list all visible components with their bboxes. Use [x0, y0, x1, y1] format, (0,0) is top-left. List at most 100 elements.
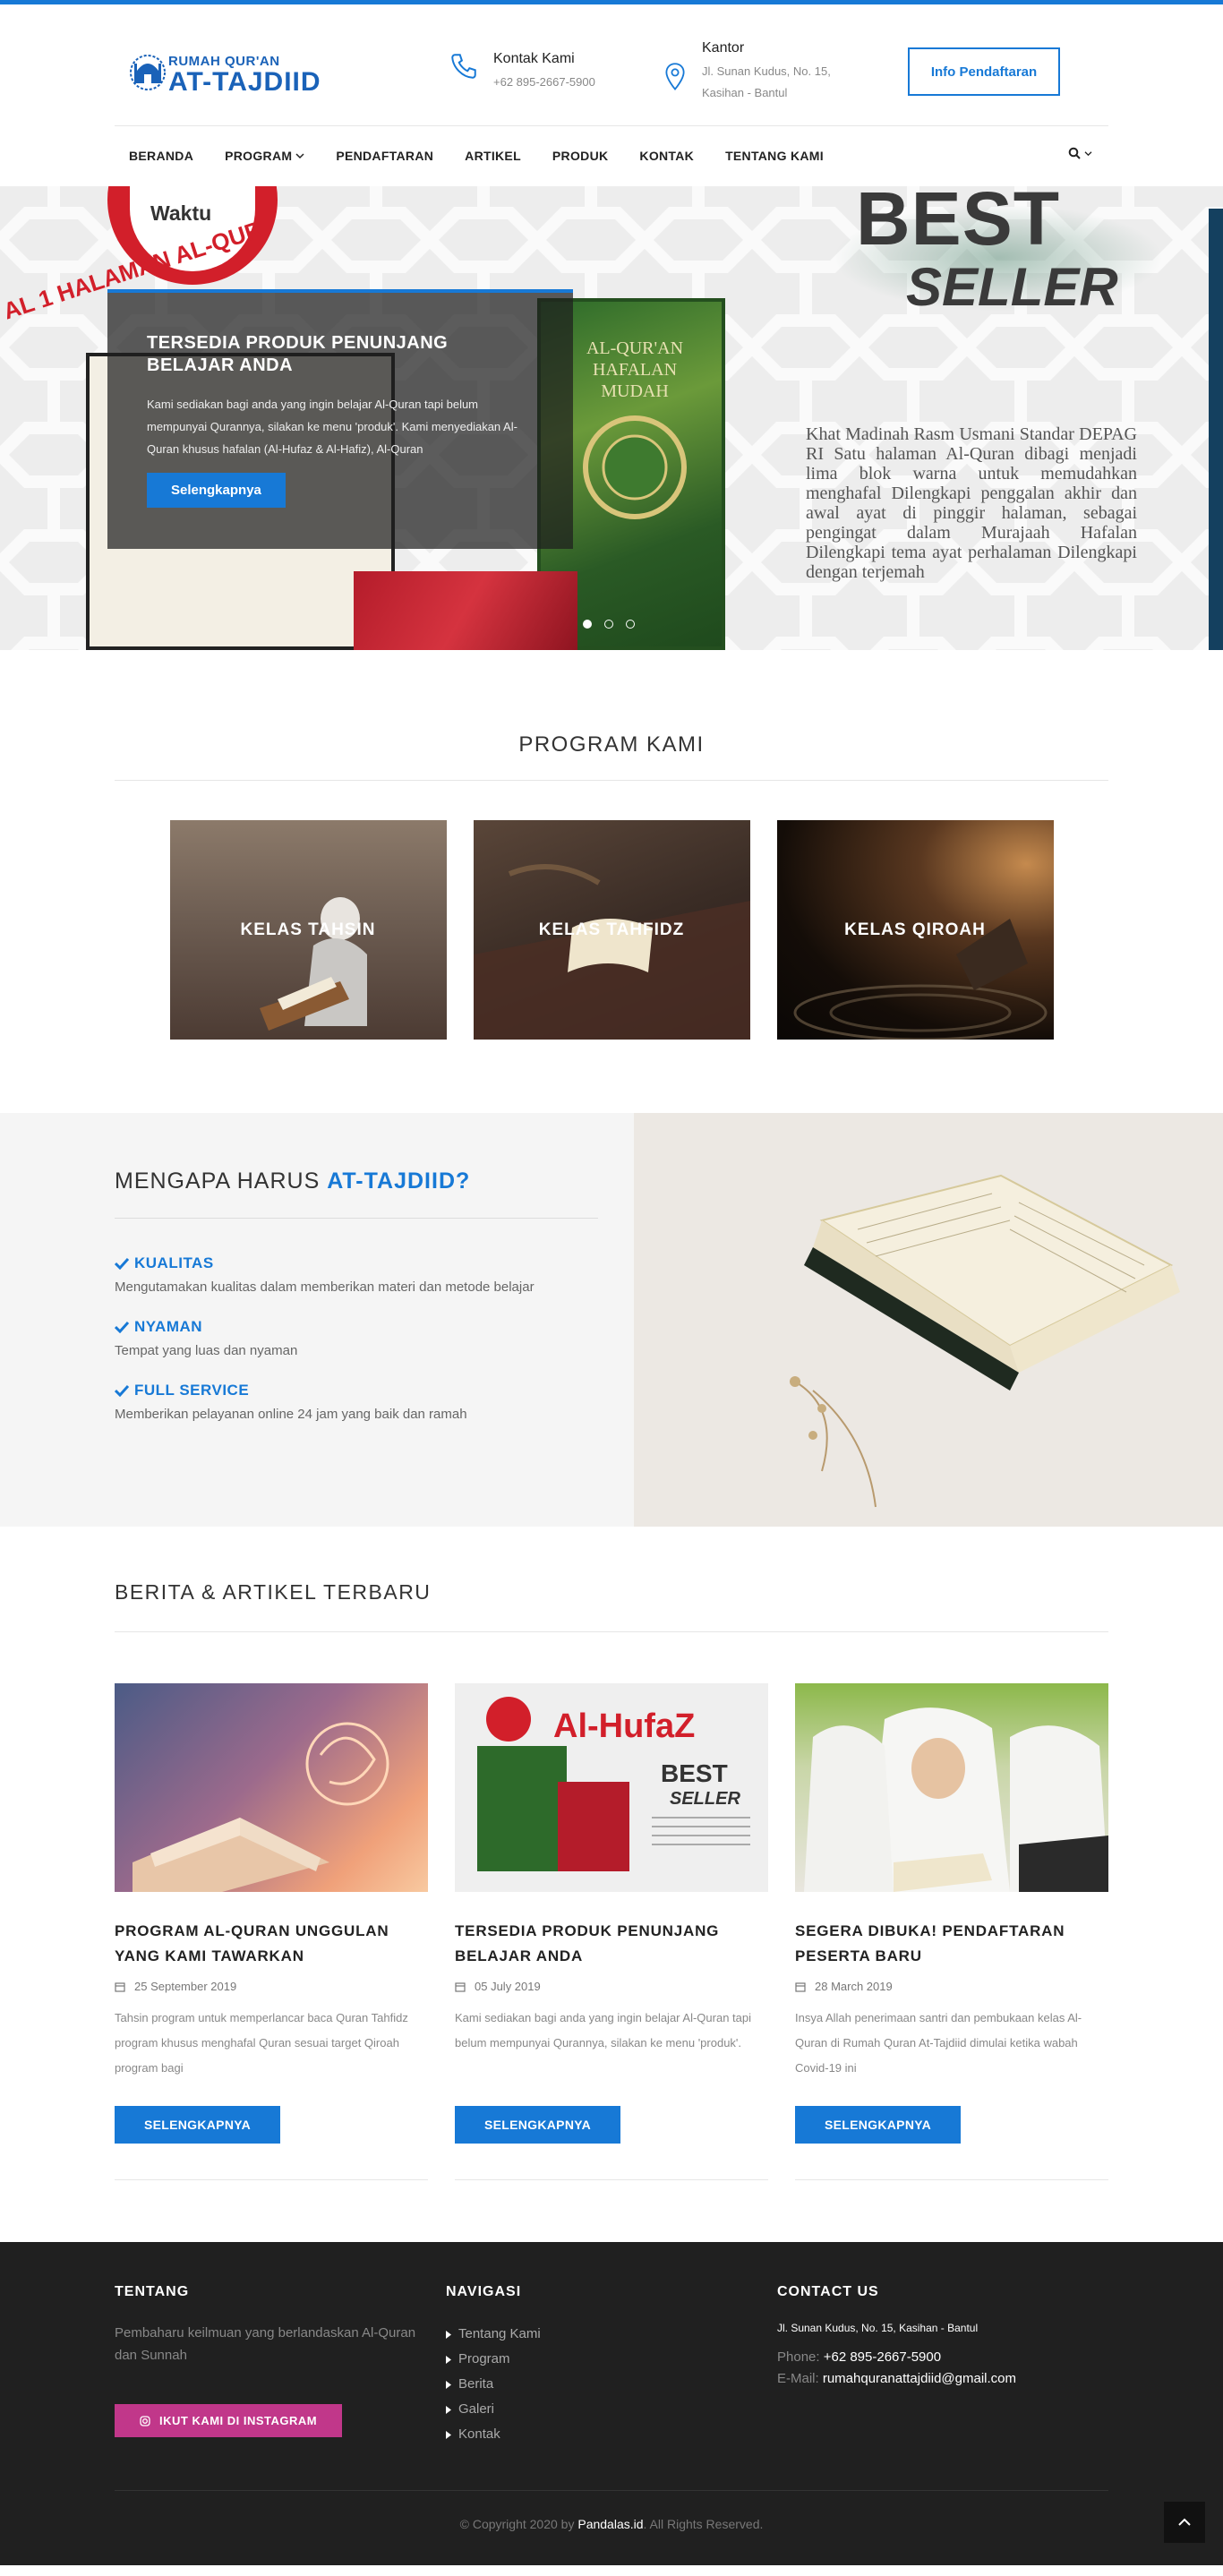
article-title[interactable]: PROGRAM AL-QURAN UNGGULAN YANG KAMI TAWA… [115, 1919, 428, 1969]
article-image[interactable] [115, 1683, 428, 1892]
nav-artikel[interactable]: ARTIKEL [465, 149, 521, 163]
article-title[interactable]: SEGERA DIBUKA! PENDAFTARAN PESERTA BARU [795, 1919, 1108, 1969]
back-to-top-button[interactable] [1164, 2502, 1205, 2543]
article-card: Al-HufaZ BEST SELLER TERSEDIA PRODUK PEN… [455, 1683, 768, 2180]
hero-caption: TERSEDIA PRODUK PENUNJANG BELAJAR ANDA K… [107, 289, 573, 549]
nav-tentang-kami[interactable]: TENTANG KAMI [725, 149, 824, 163]
nav-pendaftaran[interactable]: PENDAFTARAN [336, 149, 433, 163]
why-item: NYAMAN Tempat yang luas dan nyaman [115, 1318, 298, 1358]
check-icon [115, 1384, 129, 1397]
hero-quran-book-red [354, 571, 577, 650]
header-contact: Kontak Kami +62 895-2667-5900 [449, 51, 595, 93]
slider-dot-2[interactable] [604, 620, 613, 629]
article-title[interactable]: TERSEDIA PRODUK PENUNJANG BELAJAR ANDA [455, 1919, 768, 1969]
instagram-icon [140, 2415, 150, 2426]
footer-link-kontak[interactable]: Kontak [446, 2422, 777, 2447]
chevron-down-icon [1084, 150, 1092, 156]
footer-link-berita[interactable]: Berita [446, 2372, 777, 2397]
article-selengkapnya-button[interactable]: SELENGKAPNYA [795, 2106, 961, 2144]
open-quran-image [634, 1113, 1223, 1527]
search-icon [1068, 147, 1081, 159]
footer-contact: CONTACT US Jl. Sunan Kudus, No. 15, Kasi… [777, 2284, 1108, 2447]
office-address-line1: Jl. Sunan Kudus, No. 15, [702, 64, 831, 78]
footer-about-text: Pembaharu keilmuan yang berlandaskan Al-… [115, 2325, 416, 2363]
hero-badge-word: Waktu [150, 201, 212, 225]
child-reading-image [259, 897, 367, 1031]
logo-mosque-icon [127, 47, 168, 101]
nav-produk[interactable]: PRODUK [552, 149, 608, 163]
hero-best-label: BEST [856, 186, 1061, 261]
footer-divider [115, 2490, 1108, 2491]
site-header: RUMAH QUR'AN AT-TAJDIID Kontak Kami +62 … [115, 4, 1108, 126]
location-pin-icon [663, 62, 688, 97]
hero-text: Kami sediakan bagi anda yang ingin belaj… [147, 398, 517, 456]
article-divider [455, 2179, 768, 2180]
chevron-down-icon [295, 153, 304, 159]
article-image[interactable]: Al-HufaZ BEST SELLER [455, 1683, 768, 1892]
program-card-label: KELAS TAHSIN [240, 920, 376, 939]
program-card-tahsin[interactable]: KELAS TAHSIN [169, 820, 447, 1040]
caret-right-icon [446, 2430, 451, 2439]
footer-phone: Phone: +62 895-2667-5900 [777, 2349, 942, 2365]
instagram-follow-button[interactable]: IKUT KAMI DI INSTAGRAM [115, 2404, 343, 2437]
article-date: 28 March 2019 [795, 1980, 1108, 1993]
calendar-icon [115, 1981, 125, 1992]
footer-nav-title: NAVIGASI [446, 2284, 522, 2299]
search-toggle[interactable] [1068, 147, 1092, 159]
phone-icon [449, 51, 479, 86]
calendar-icon [795, 1981, 806, 1992]
logo-line2: AT-TAJDIID [168, 66, 321, 97]
caret-right-icon [446, 2380, 451, 2389]
hero-side-strip [1209, 209, 1223, 650]
nav-program[interactable]: PROGRAM [225, 149, 304, 163]
contact-title: Kontak Kami [493, 51, 575, 66]
thumb-seller-text: SELLER [670, 1789, 740, 1809]
contact-phone[interactable]: +62 895-2667-5900 [493, 72, 595, 93]
hero-selengkapnya-button[interactable]: Selengkapnya [147, 473, 286, 508]
article-selengkapnya-button[interactable]: SELENGKAPNYA [115, 2106, 280, 2144]
info-pendaftaran-button[interactable]: Info Pendaftaran [908, 47, 1060, 96]
hero-slider: Waktu AL 1 HALAMAN AL-QUR AL-QUR'AN HAFA… [0, 186, 1223, 650]
copyright-brand-link[interactable]: Pandalas.id [577, 2517, 643, 2531]
check-icon [115, 1321, 129, 1333]
thumb-best-text: BEST [661, 1759, 728, 1787]
article-image[interactable] [795, 1683, 1108, 1892]
why-item: FULL SERVICE Memberikan pelayanan online… [115, 1382, 467, 1422]
article-excerpt: Tahsin program untuk memperlancar baca Q… [115, 2011, 408, 2075]
caret-right-icon [446, 2330, 451, 2339]
hero-title: TERSEDIA PRODUK PENUNJANG BELAJAR ANDA [147, 333, 449, 375]
article-divider [795, 2179, 1108, 2180]
logo-line1: RUMAH QUR'AN [168, 53, 280, 69]
program-card-label: KELAS QIROAH [844, 920, 986, 939]
footer-address: Jl. Sunan Kudus, No. 15, Kasihan - Bantu… [777, 2322, 979, 2334]
office-title: Kantor [702, 40, 745, 56]
footer-email: E-Mail: rumahquranattajdiid@gmail.com [777, 2371, 1017, 2386]
article-date: 25 September 2019 [115, 1980, 428, 1993]
article-card: PROGRAM AL-QURAN UNGGULAN YANG KAMI TAWA… [115, 1683, 428, 2180]
slider-dots [583, 620, 635, 629]
footer-link-galeri[interactable]: Galeri [446, 2397, 777, 2422]
footer-link-tentang-kami[interactable]: Tentang Kami [446, 2322, 777, 2347]
why-title: MENGAPA HARUS AT-TAJDIID? [115, 1168, 471, 1194]
thumb-brand-text: Al-HufaZ [553, 1707, 695, 1745]
footer-link-program[interactable]: Program [446, 2347, 777, 2372]
header-office: Kantor Jl. Sunan Kudus, No. 15, Kasihan … [663, 40, 831, 104]
hero-product-desc: Khat Madinah Rasm Usmani Standar DEPAG R… [806, 424, 1137, 582]
footer-about-title: TENTANG [115, 2284, 190, 2299]
slider-dot-1[interactable] [583, 620, 592, 629]
caret-right-icon [446, 2355, 451, 2364]
berita-divider [115, 1631, 1108, 1632]
program-card-tahfidz[interactable]: KELAS TAHFIDZ [473, 820, 750, 1040]
nav-kontak[interactable]: KONTAK [639, 149, 694, 163]
article-list: PROGRAM AL-QURAN UNGGULAN YANG KAMI TAWA… [115, 1683, 1108, 2180]
hero-seller-label: SELLER [906, 257, 1118, 317]
main-nav: BERANDA PROGRAM PENDAFTARAN ARTIKEL PROD… [115, 125, 1108, 186]
article-selengkapnya-button[interactable]: SELENGKAPNYA [455, 2106, 620, 2144]
nav-beranda[interactable]: BERANDA [129, 149, 193, 163]
site-logo[interactable]: RUMAH QUR'AN AT-TAJDIID [127, 47, 321, 101]
check-icon [115, 1257, 129, 1270]
site-footer: TENTANG Pembaharu keilmuan yang berlanda… [0, 2242, 1223, 2565]
program-card-label: KELAS TAHFIDZ [538, 920, 685, 939]
program-card-qiroah[interactable]: KELAS QIROAH [776, 820, 1054, 1040]
slider-dot-3[interactable] [626, 620, 635, 629]
